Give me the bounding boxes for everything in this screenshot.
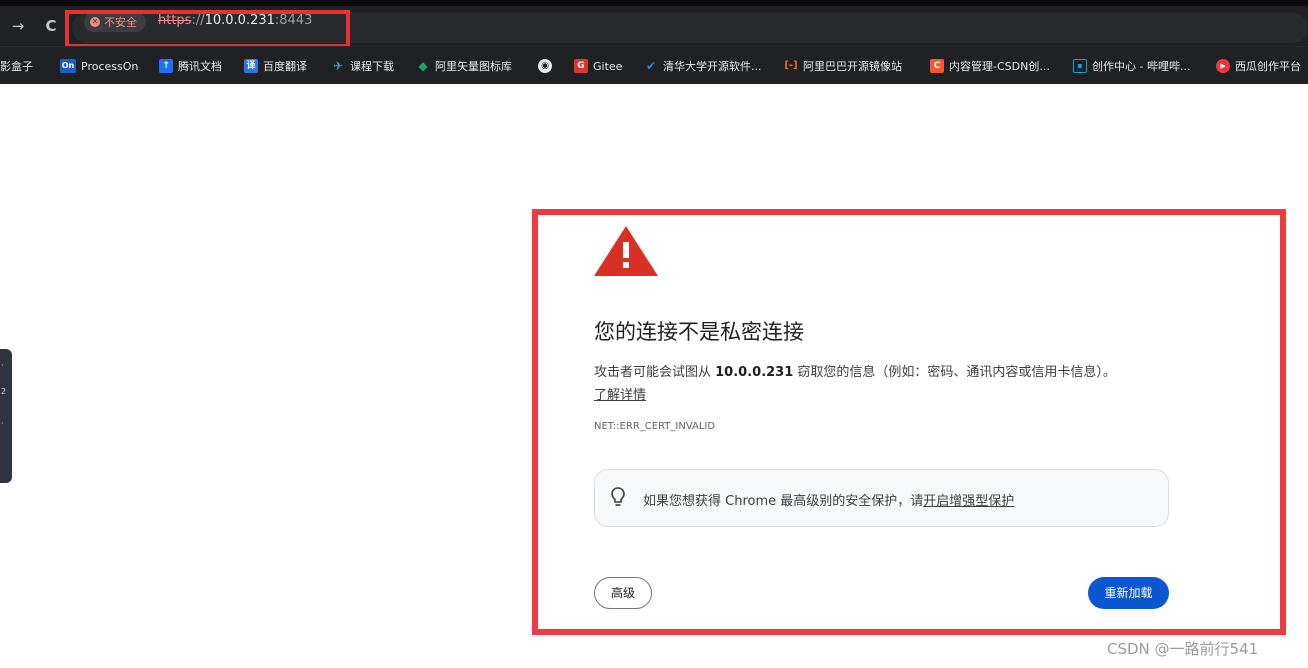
bookmark-label: 阿里巴巴开源镜像站 xyxy=(803,60,902,73)
bookmark-label: 影盒子 xyxy=(0,60,33,73)
tencent-docs-icon: ↑ xyxy=(159,59,173,73)
aliyun-icon: [-] xyxy=(784,60,798,71)
bookmark-label: 课程下载 xyxy=(350,60,394,73)
bilibili-icon: ▪ xyxy=(1073,59,1087,73)
bookmarks-bar: 影盒子 On ProcessOn ↑ 腾讯文档 译 百度翻译 ✈ 课程下载 ◆ … xyxy=(0,46,1308,84)
bookmark-label: 内容管理-CSDN创... xyxy=(949,60,1050,73)
url-highlight-box xyxy=(65,10,350,48)
iconfont-icon: ◆ xyxy=(418,59,428,73)
bookmark-item[interactable]: ✔ 清华大学开源软件... xyxy=(644,57,762,75)
reload-button[interactable]: C xyxy=(41,16,61,36)
bookmark-label: 清华大学开源软件... xyxy=(663,60,762,73)
bookmark-label: Gitee xyxy=(593,59,623,73)
bookmark-label: 阿里矢量图标库 xyxy=(435,60,512,73)
bookmark-item[interactable]: ↑ 腾讯文档 xyxy=(159,57,222,75)
bookmark-item[interactable]: ✈ 课程下载 xyxy=(331,57,394,75)
bookmark-label: 百度翻译 xyxy=(263,60,307,73)
globe-icon: ◉ xyxy=(538,59,552,73)
gitee-icon: G xyxy=(574,59,588,73)
bookmark-item[interactable]: [-] 阿里巴巴开源镜像站 xyxy=(784,57,902,75)
bookmark-item[interactable]: ◆ 阿里矢量图标库 xyxy=(416,57,512,75)
bookmark-item[interactable]: 译 百度翻译 xyxy=(244,57,307,75)
bookmark-item[interactable]: On ProcessOn xyxy=(60,57,138,75)
baidu-translate-icon: 译 xyxy=(244,59,258,73)
bookmark-item[interactable]: G Gitee xyxy=(574,57,622,75)
bookmark-label: 西瓜创作平台 xyxy=(1235,60,1301,73)
bookmark-label: 创作中心 - 哔哩哔... xyxy=(1092,60,1191,73)
tsinghua-icon: ✔ xyxy=(645,59,657,73)
bookmark-item[interactable]: ▪ 创作中心 - 哔哩哔... xyxy=(1073,57,1190,75)
xigua-icon: ▶ xyxy=(1216,59,1230,73)
bookmark-item[interactable]: C 内容管理-CSDN创... xyxy=(930,57,1050,75)
download-icon: ✈ xyxy=(332,59,344,73)
bookmark-label: 腾讯文档 xyxy=(178,60,222,73)
csdn-icon: C xyxy=(930,59,944,73)
forward-button[interactable]: → xyxy=(8,16,28,36)
side-floating-tab[interactable]: · 2 · xyxy=(0,349,12,483)
csdn-watermark: CSDN @一路前行541 xyxy=(1107,640,1259,658)
bookmark-item[interactable]: ◉ xyxy=(538,57,552,75)
processon-icon: On xyxy=(60,59,76,73)
bookmark-item[interactable]: ▶ 西瓜创作平台 xyxy=(1216,57,1301,75)
bookmark-label: ProcessOn xyxy=(81,59,139,73)
content-highlight-box xyxy=(532,209,1286,635)
bookmark-item[interactable]: 影盒子 xyxy=(0,57,33,75)
